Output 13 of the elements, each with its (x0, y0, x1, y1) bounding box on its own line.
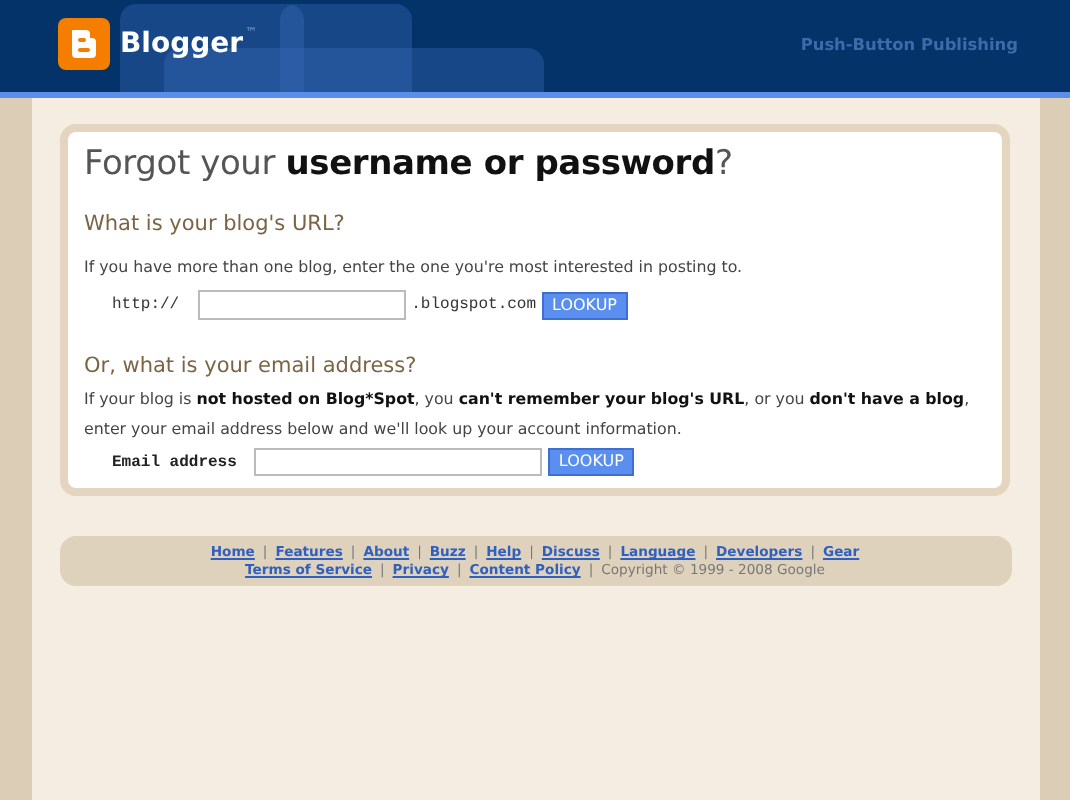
tagline: Push-Button Publishing (800, 33, 1018, 53)
email-field[interactable] (254, 448, 543, 476)
url-suffix: .blogspot.com (411, 296, 537, 314)
email-label: Email address (112, 453, 237, 471)
lookup-button[interactable]: LOOKUP (548, 448, 634, 476)
url-prefix: http:// (112, 296, 180, 314)
section-heading: What is your blog's URL? (84, 212, 347, 236)
page-title: Forgot your username or password? (84, 144, 735, 184)
logo-icon (58, 17, 110, 69)
brand-name: Blogger (120, 27, 244, 59)
url-field[interactable] (197, 290, 406, 320)
section-heading: Or, what is your email address? (84, 354, 419, 378)
lookup-button[interactable]: LOOKUP (542, 291, 628, 319)
